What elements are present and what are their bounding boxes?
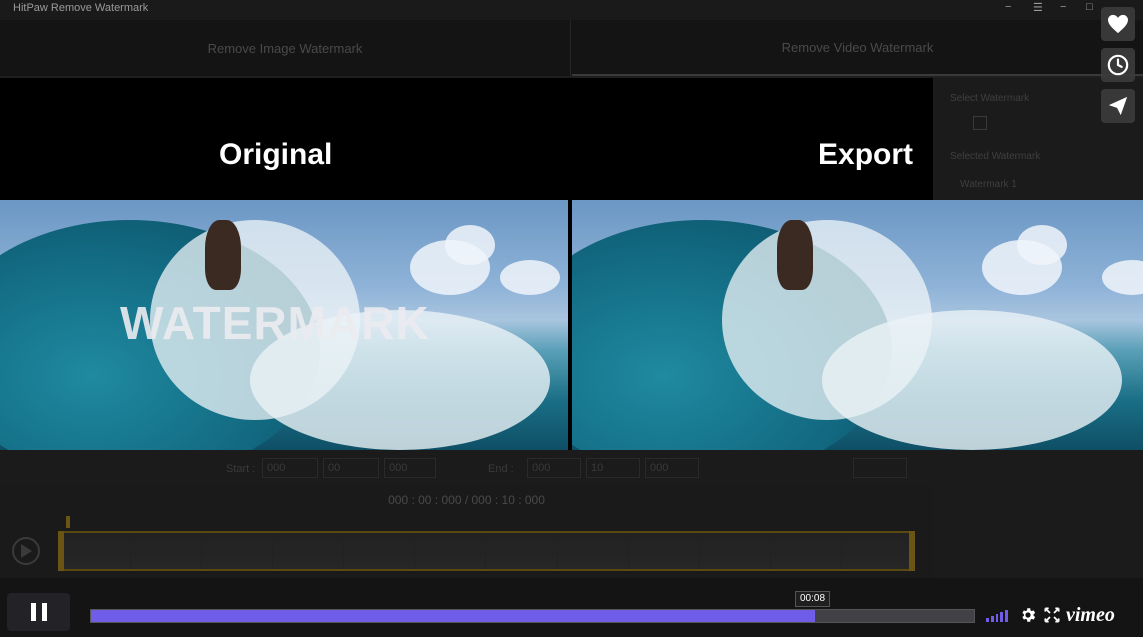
share-button[interactable] xyxy=(1101,89,1135,123)
progress-bar[interactable] xyxy=(90,609,975,623)
cloud xyxy=(1102,260,1143,295)
film-frame xyxy=(841,533,913,569)
film-frame xyxy=(415,533,487,569)
cloud xyxy=(445,225,495,265)
start-ms-field[interactable]: 000 xyxy=(384,458,436,478)
original-label: Original xyxy=(219,138,333,171)
playhead-marker[interactable] xyxy=(66,516,70,528)
surf-scene: WATERMARK xyxy=(0,200,568,450)
start-label: Start : xyxy=(226,463,256,475)
maximize-icon[interactable]: □ xyxy=(1086,1,1093,13)
film-frame xyxy=(202,533,274,569)
end-label: End : xyxy=(488,463,514,475)
start-hours-field[interactable]: 000 xyxy=(262,458,318,478)
cloud xyxy=(500,260,560,295)
film-frame xyxy=(770,533,842,569)
timecode-display: 000 : 00 : 000 / 000 : 10 : 000 xyxy=(0,486,933,516)
tab-remove-image-watermark[interactable]: Remove Image Watermark xyxy=(0,20,571,76)
surf-scene xyxy=(572,200,1143,450)
minimize-icon[interactable]: − xyxy=(1005,1,1011,13)
film-frame xyxy=(628,533,700,569)
vimeo-logo[interactable]: vimeo xyxy=(1066,604,1115,627)
start-seconds-field[interactable]: 00 xyxy=(323,458,379,478)
menu-icon[interactable]: ☰ xyxy=(1033,1,1043,14)
send-icon xyxy=(1108,96,1128,116)
watch-later-button[interactable] xyxy=(1101,48,1135,82)
select-watermark-label: Select Watermark xyxy=(950,93,1030,104)
time-range-row: Start : 000 00 000 End : 000 10 000 xyxy=(0,450,933,486)
film-frame xyxy=(273,533,345,569)
select-watermark-icon[interactable] xyxy=(973,116,987,130)
tab-bar: Remove Image Watermark Remove Video Wate… xyxy=(0,20,1143,76)
selected-watermark-label: Selected Watermark xyxy=(950,151,1041,162)
title-bar: HitPaw Remove Watermark − ☰ − □ xyxy=(0,0,1143,20)
film-frame xyxy=(699,533,771,569)
tab-remove-video-watermark[interactable]: Remove Video Watermark xyxy=(572,20,1143,76)
time-tooltip: 00:08 xyxy=(795,591,831,607)
app-title: HitPaw Remove Watermark xyxy=(13,2,149,14)
export-label: Export xyxy=(818,138,914,171)
play-icon xyxy=(21,544,32,558)
like-button[interactable] xyxy=(1101,7,1135,41)
film-frame xyxy=(557,533,629,569)
spray xyxy=(822,310,1122,450)
watermark-text: WATERMARK xyxy=(120,297,430,349)
pause-button[interactable] xyxy=(7,593,70,631)
original-video-frame: WATERMARK xyxy=(0,200,568,450)
gear-icon xyxy=(1022,608,1036,622)
surfer xyxy=(777,220,813,290)
filmstrip[interactable] xyxy=(58,531,915,571)
film-frame xyxy=(131,533,203,569)
film-frame xyxy=(60,533,132,569)
timeline xyxy=(0,516,933,578)
trim-handle-left[interactable] xyxy=(58,531,64,571)
film-frame xyxy=(344,533,416,569)
fullscreen-button[interactable] xyxy=(1043,606,1061,624)
end-hours-field[interactable]: 000 xyxy=(527,458,581,478)
trim-handle-right[interactable] xyxy=(909,531,915,571)
pause-icon xyxy=(28,603,50,621)
surfer xyxy=(205,220,241,290)
end-seconds-field[interactable]: 10 xyxy=(586,458,640,478)
app-footer xyxy=(0,578,1143,637)
clock-icon xyxy=(1107,54,1129,76)
end-ms-field[interactable]: 000 xyxy=(645,458,699,478)
settings-button[interactable] xyxy=(1019,606,1037,624)
cloud xyxy=(1017,225,1067,265)
volume-icon[interactable] xyxy=(986,609,1010,622)
watermark-item-label[interactable]: Watermark 1 xyxy=(960,179,1017,190)
minimize-window-icon[interactable]: − xyxy=(1060,1,1066,13)
fullscreen-icon xyxy=(1044,607,1060,623)
progress-fill xyxy=(91,610,816,622)
heart-icon xyxy=(1108,14,1128,34)
preview-eye-icon[interactable] xyxy=(853,458,907,478)
film-frame xyxy=(486,533,558,569)
export-video-frame xyxy=(572,200,1143,450)
